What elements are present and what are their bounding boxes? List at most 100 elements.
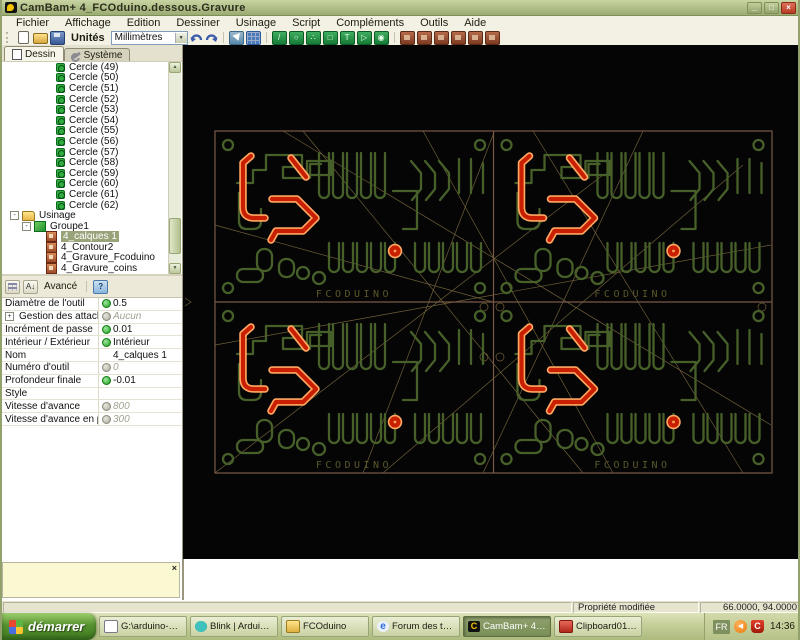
property-set-icon (101, 376, 111, 386)
menu-complements[interactable]: Compléments (328, 17, 412, 29)
property-row[interactable]: Intérieur / Extérieur Intérieur (2, 336, 182, 350)
tree-item-usinage[interactable]: - Usinage (2, 210, 182, 221)
menu-fichier[interactable]: Fichier (8, 17, 57, 29)
mop-profile-icon[interactable] (399, 30, 415, 45)
tree-item-cercle[interactable]: Cercle (60) (2, 178, 182, 189)
tree-item-groupe1[interactable]: - Groupe1 (2, 220, 182, 232)
status-bar: Propriété modifiée 66.0000, 94.0000 (2, 600, 798, 613)
drawing-canvas[interactable]: FCODUINO (183, 45, 798, 559)
tree-scrollbar[interactable]: ▲ ▼ (168, 62, 181, 274)
mop-lathe-icon[interactable] (467, 30, 483, 45)
menu-usinage[interactable]: Usinage (228, 17, 284, 29)
collapse-icon[interactable]: - (22, 221, 31, 231)
menu-dessiner[interactable]: Dessiner (168, 17, 227, 29)
tab-dessin[interactable]: Dessin (4, 46, 64, 61)
tab-systeme[interactable]: Système (63, 48, 131, 61)
tree-item-cercle[interactable]: Cercle (56) (2, 136, 182, 147)
save-file-icon[interactable] (50, 30, 65, 45)
tree-item-cercle[interactable]: Cercle (50) (2, 72, 182, 83)
restore-button[interactable]: □ (764, 1, 779, 14)
draw-text-icon[interactable]: T (339, 30, 355, 45)
status-coordinates: 66.0000, 94.0000 (700, 602, 798, 613)
select-tool-icon[interactable] (228, 30, 244, 45)
tree-item-op-gravure-coins[interactable]: 4_Gravure_coins (2, 263, 182, 274)
tree-item-op-calques[interactable]: 4_calques 1 (2, 231, 182, 243)
task-fcoduino-folder[interactable]: FCOduino (281, 616, 369, 637)
new-file-icon[interactable] (18, 31, 29, 44)
grid-toggle-icon[interactable] (245, 30, 261, 45)
minimize-button[interactable]: _ (747, 1, 762, 14)
tree-item-op-contour2[interactable]: 4_Contour2 (2, 241, 182, 253)
alphabetical-sort-icon[interactable]: A↓ (23, 279, 38, 294)
arduino-icon (195, 621, 207, 632)
circle-entity-icon (56, 83, 65, 93)
advanced-label[interactable]: Avancé (41, 281, 80, 292)
combo-dropdown-icon[interactable]: ▼ (174, 32, 187, 43)
draw-circle-icon[interactable]: ○ (288, 30, 304, 45)
tree-item-cercle[interactable]: Cercle (53) (2, 104, 182, 115)
task-forum-browser[interactable]: eForum des télégraphis... (372, 616, 460, 637)
tree-item-cercle[interactable]: Cercle (55) (2, 125, 182, 136)
mop-3dsurface-icon[interactable] (484, 30, 500, 45)
undo-icon[interactable] (190, 32, 203, 44)
tree-item-cercle[interactable]: Cercle (54) (2, 115, 182, 126)
draw-surface-icon[interactable]: ▷ (356, 30, 372, 45)
machine-op-icon (46, 231, 57, 243)
message-close-icon[interactable]: × (172, 563, 177, 573)
property-row[interactable]: Diamètre de l'outil 0.5 (2, 298, 182, 311)
collapse-icon[interactable]: - (10, 211, 19, 221)
task-irfanview[interactable]: Clipboard01 - IrfanView (554, 616, 642, 637)
units-combobox[interactable]: Millimètres ▼ (110, 30, 188, 45)
tree-item-cercle[interactable]: Cercle (52) (2, 94, 182, 105)
redo-icon[interactable] (205, 32, 218, 44)
tree-item-cercle[interactable]: Cercle (49) (2, 62, 182, 73)
start-button[interactable]: démarrer (2, 613, 96, 640)
help-icon[interactable]: ? (93, 279, 109, 294)
mop-drill-icon[interactable] (450, 30, 466, 45)
menu-outils[interactable]: Outils (412, 17, 456, 29)
property-row[interactable]: Profondeur finale -0.01 (2, 374, 182, 388)
property-row[interactable]: Nom 4_calques 1 (2, 349, 182, 362)
hide-tray-icons-icon[interactable]: ◀ (733, 620, 747, 633)
categorized-view-icon[interactable] (5, 279, 20, 294)
draw-rectangle-icon[interactable]: □ (322, 30, 338, 45)
property-row[interactable]: Vitesse d'avance en plongé300 (2, 413, 182, 426)
tree-item-cercle[interactable]: Cercle (57) (2, 147, 182, 158)
machine-op-icon (46, 252, 57, 264)
wrench-icon (71, 51, 81, 59)
language-indicator[interactable]: FR (712, 619, 730, 634)
taskbar-clock: 14:36 (769, 621, 795, 632)
tree-item-cercle[interactable]: Cercle (51) (2, 83, 182, 94)
draw-3d-icon[interactable]: ◉ (373, 30, 389, 45)
menu-edition[interactable]: Edition (119, 17, 169, 29)
task-cambam[interactable]: CCamBam+ 4_FCOdui... (463, 616, 551, 637)
property-row[interactable]: Style (2, 387, 182, 401)
scroll-thumb[interactable] (169, 218, 181, 254)
task-arduino-file[interactable]: G:\arduino-1.0\perso... (99, 616, 187, 637)
tree-item-cercle[interactable]: Cercle (61) (2, 189, 182, 200)
menu-aide[interactable]: Aide (456, 17, 494, 29)
mop-engrave-icon[interactable] (433, 30, 449, 45)
property-row[interactable]: Vitesse d'avance 800 (2, 400, 182, 414)
scroll-up-icon[interactable]: ▲ (169, 62, 181, 73)
close-button[interactable]: × (781, 1, 796, 14)
property-row[interactable]: +Gestion des attachesAucun (2, 310, 182, 324)
draw-points-icon[interactable]: ∴ (305, 30, 321, 45)
property-row[interactable]: Numéro d'outil 0 (2, 361, 182, 375)
tree-item-cercle[interactable]: Cercle (62) (2, 200, 182, 211)
menu-script[interactable]: Script (284, 17, 328, 29)
property-row[interactable]: Incrément de passe 0.01 (2, 323, 182, 337)
windows-flag-icon (9, 619, 23, 634)
expand-icon[interactable]: + (5, 312, 14, 322)
scroll-down-icon[interactable]: ▼ (169, 263, 181, 274)
mop-pocket-icon[interactable] (416, 30, 432, 45)
draw-polyline-icon[interactable]: / (271, 30, 287, 45)
menu-affichage[interactable]: Affichage (57, 17, 119, 29)
open-file-icon[interactable] (33, 33, 48, 44)
system-tray: FR ◀ C 14:36 (703, 613, 798, 640)
tray-shield-icon[interactable]: C (750, 620, 764, 633)
task-arduino-ide[interactable]: Blink | Arduino 1.0.5-r2 (190, 616, 278, 637)
tree-item-cercle[interactable]: Cercle (58) (2, 157, 182, 168)
tree-item-op-gravure-fcoduino[interactable]: 4_Gravure_Fcoduino (2, 252, 182, 264)
tree-item-cercle[interactable]: Cercle (59) (2, 168, 182, 179)
